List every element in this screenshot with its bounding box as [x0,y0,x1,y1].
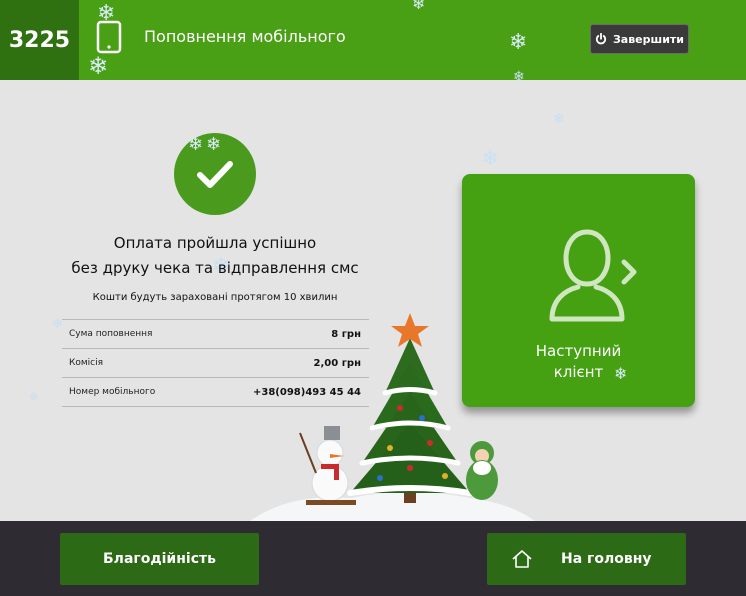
terminal-id: 3225 [0,0,79,80]
home-icon [512,550,532,568]
snowflake-icon: ❄ [88,52,109,80]
page-title: Поповнення мобільного [144,27,346,46]
snowflake-icon: ❄ [206,134,222,155]
home-button[interactable]: На головну [487,533,686,585]
snowflake-icon: ❄ [553,111,565,127]
power-icon [595,33,607,45]
person-next-icon [549,229,637,322]
exit-button[interactable]: Завершити [590,24,689,54]
snowflake-icon: ❄ [412,0,426,13]
exit-label: Завершити [612,32,684,46]
detail-label: Комісія [69,358,104,368]
snowflake-icon: ❄ [97,1,116,26]
charity-label: Благодійність [103,551,216,567]
next-client-button[interactable]: Наступний клієнт ❄ [462,174,695,407]
next-client-line1: Наступний [535,342,622,360]
next-client-line2: клієнт [553,363,604,381]
result-subtitle: без друку чека та відправлення смс [71,259,359,277]
snowflake-icon: ❄ [509,30,528,55]
success-badge: ❄ ❄ [174,133,256,215]
snowflake-icon: ❄ [513,69,525,85]
snowflake-icon: ❄ [614,364,628,383]
footer-bar: Благодійність На головну [0,521,746,596]
snowflake-icon: ❄ [188,134,204,155]
detail-label: Сума поповнення [69,329,153,339]
result-note: Кошти будуть зараховані протягом 10 хвил… [92,292,338,303]
charity-button[interactable]: Благодійність [60,533,259,585]
snowflake-icon: ❄ [482,146,499,170]
header-bar: 3225 Поповнення мобільного Завершити ❄ ❄… [0,0,746,80]
snowflake-icon: ❄ [29,390,40,404]
result-title: Оплата пройшла успішно [113,234,317,252]
home-label: На головну [561,551,652,567]
detail-label: Номер мобільного [69,387,156,397]
next-client-label: Наступний клієнт [462,341,695,383]
